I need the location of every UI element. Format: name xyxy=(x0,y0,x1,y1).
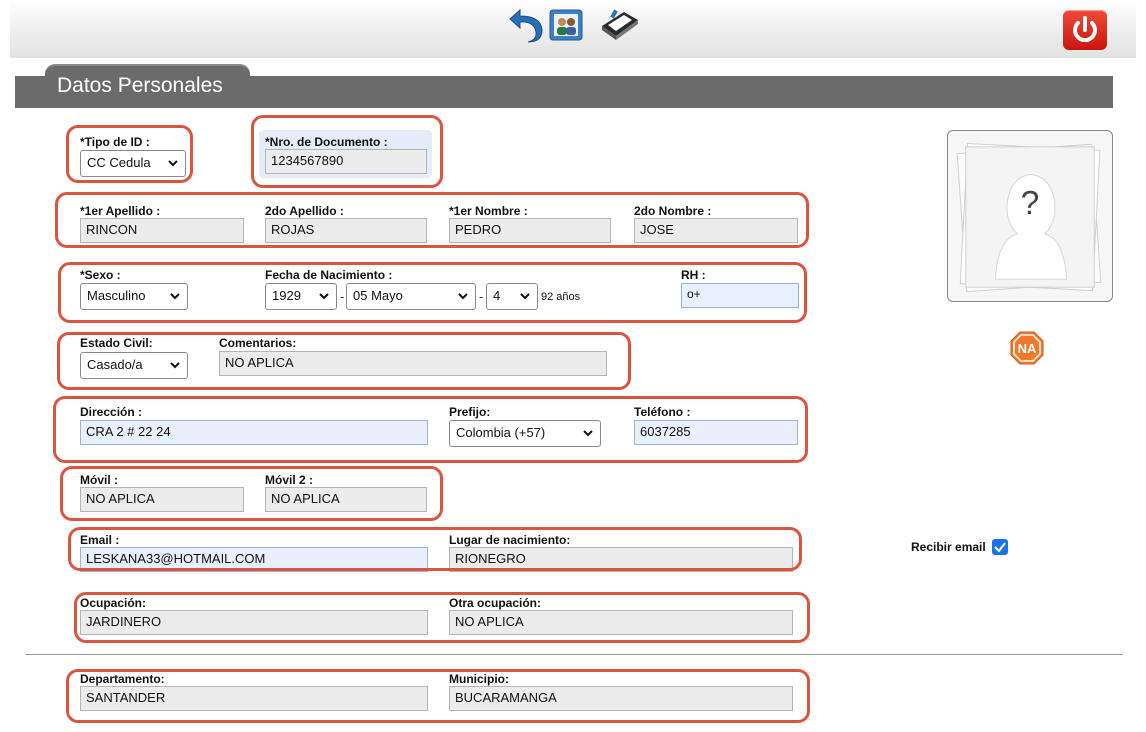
divider xyxy=(25,654,1123,655)
section-title: Datos Personales xyxy=(57,74,223,97)
back-arrow-icon[interactable] xyxy=(506,4,546,44)
highlight-box xyxy=(60,466,443,521)
profile-photo[interactable]: ? xyxy=(947,130,1113,302)
device-icon[interactable] xyxy=(598,4,642,44)
highlight-box xyxy=(58,262,807,323)
na-badge-text: NA xyxy=(1018,341,1037,356)
highlight-box xyxy=(66,125,193,183)
na-badge-icon[interactable]: NA xyxy=(1010,331,1044,365)
highlight-box xyxy=(68,527,802,571)
contacts-icon[interactable] xyxy=(548,4,584,44)
checkmark-icon xyxy=(994,542,1006,553)
highlight-box xyxy=(53,396,808,463)
recibir-email-checkbox[interactable] xyxy=(992,539,1008,555)
highlight-box xyxy=(251,115,443,188)
recibir-email-label: Recibir email xyxy=(911,540,986,554)
photo-placeholder-text: ? xyxy=(1021,185,1040,222)
highlight-box xyxy=(66,669,810,723)
highlight-box xyxy=(74,592,810,643)
highlight-box xyxy=(57,332,631,390)
power-icon xyxy=(1073,16,1097,43)
highlight-box xyxy=(55,192,809,248)
power-button[interactable] xyxy=(1063,10,1107,50)
avatar-placeholder-icon: ? xyxy=(956,143,1102,293)
